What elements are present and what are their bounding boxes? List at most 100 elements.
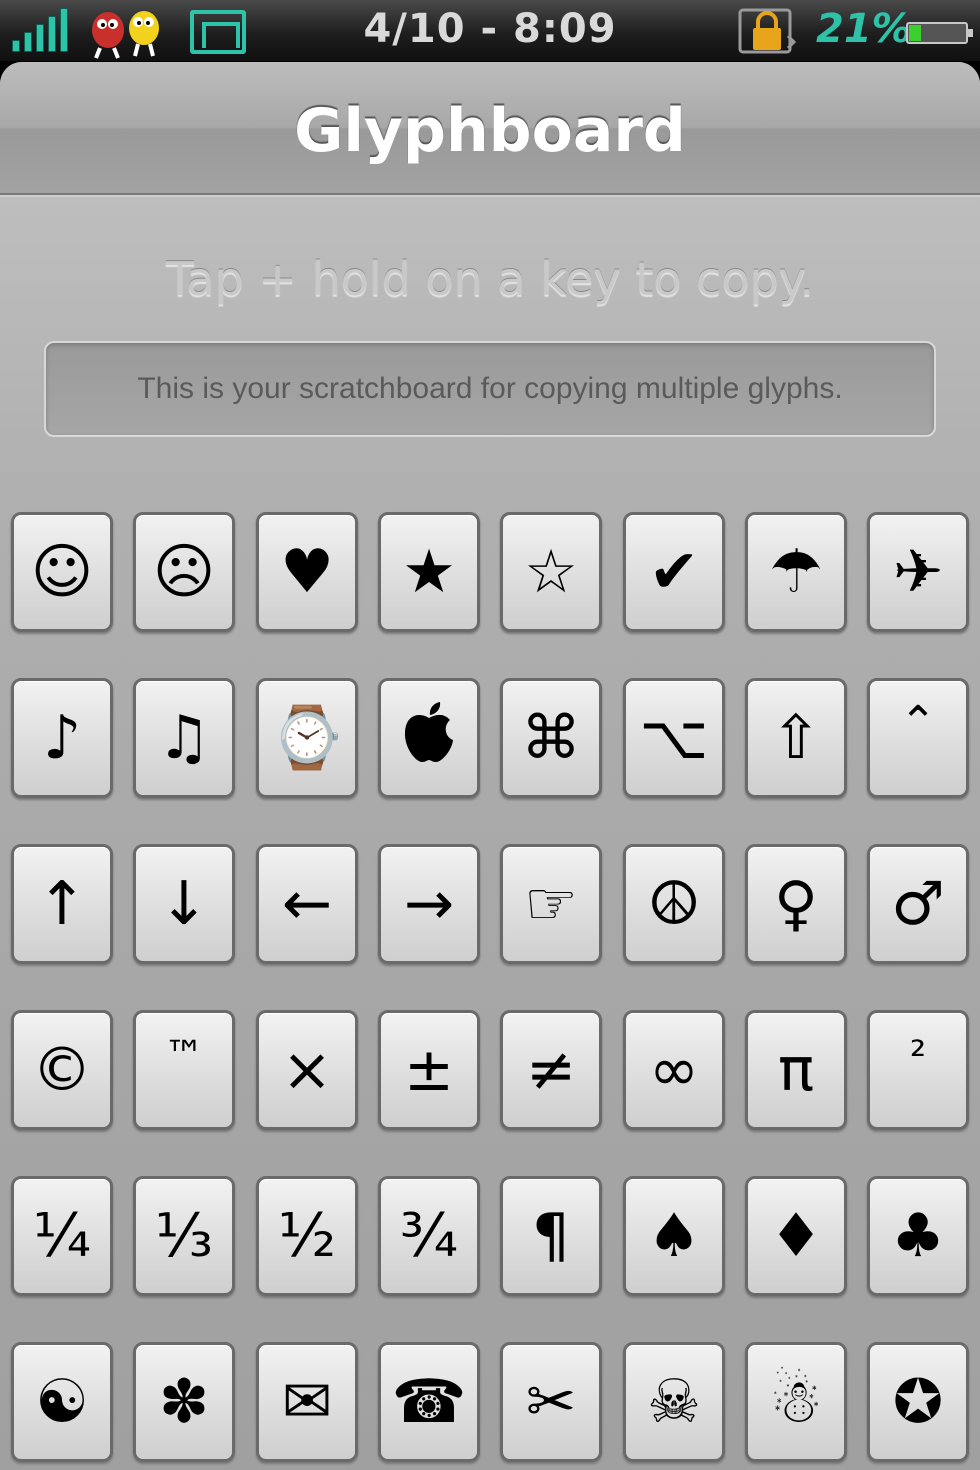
- key-circled-star[interactable]: ✪: [867, 1342, 969, 1462]
- eighth-note-glyph: ♪: [42, 703, 82, 773]
- infinity-glyph: ∞: [649, 1035, 699, 1105]
- key-white-star[interactable]: ☆: [500, 512, 602, 632]
- envelope-glyph: ✉: [281, 1367, 333, 1437]
- white-star-glyph: ☆: [524, 537, 578, 607]
- key-club[interactable]: ♣: [867, 1176, 969, 1296]
- scratchboard-input[interactable]: [44, 341, 936, 437]
- scissors-glyph: ✂: [525, 1367, 577, 1437]
- key-multiply[interactable]: ×: [256, 1010, 358, 1130]
- key-skull-crossbones[interactable]: ☠: [623, 1342, 725, 1462]
- key-pointing-hand[interactable]: ☞: [500, 844, 602, 964]
- key-down-arrow[interactable]: ↓: [133, 844, 235, 964]
- battery-percent: 21%: [816, 6, 912, 52]
- key-one-half[interactable]: ½: [256, 1176, 358, 1296]
- diamond-glyph: ♦: [769, 1201, 823, 1271]
- key-male-sign[interactable]: ♂: [867, 844, 969, 964]
- airplane-glyph: ✈: [892, 537, 944, 607]
- key-umbrella[interactable]: ☂: [745, 512, 847, 632]
- key-beamed-notes[interactable]: ♫: [133, 678, 235, 798]
- copy-hint: Tap + hold on a key to copy.: [165, 252, 815, 306]
- spade-glyph: ♠: [647, 1201, 701, 1271]
- down-arrow-glyph: ↓: [158, 869, 210, 939]
- pi-glyph: π: [777, 1035, 815, 1105]
- yin-yang-glyph: ☯: [35, 1367, 89, 1437]
- frown-face-glyph: ☹: [152, 537, 216, 607]
- glyph-key-grid: ☺ ☹ ♥ ★ ☆ ✔ ☂ ✈ ♪ ♫ ⌚ ⌘ ⌥ ⇧ ⌃ ↑ ↓ ← → ☞ ☮ ♀ ♂ © ™ × ± ≠ ∞ π ² ¼ ⅓ ½ ¾ ¶ ♠ ♦ ♣ ☯…: [0, 512, 980, 1470]
- key-envelope[interactable]: ✉: [256, 1342, 358, 1462]
- key-yin-yang[interactable]: ☯: [11, 1342, 113, 1462]
- three-quarters-glyph: ¾: [399, 1201, 459, 1271]
- key-airplane[interactable]: ✈: [867, 512, 969, 632]
- status-bar: 4/10 - 8:09 21%: [0, 0, 980, 62]
- key-spade[interactable]: ♠: [623, 1176, 725, 1296]
- key-infinity[interactable]: ∞: [623, 1010, 725, 1130]
- control-caret-glyph: ⌃: [899, 697, 937, 748]
- key-three-quarters[interactable]: ¾: [378, 1176, 480, 1296]
- key-up-arrow[interactable]: ↑: [11, 844, 113, 964]
- key-frown-face[interactable]: ☹: [133, 512, 235, 632]
- key-right-arrow[interactable]: →: [378, 844, 480, 964]
- key-pi[interactable]: π: [745, 1010, 847, 1130]
- copyright-glyph: ©: [32, 1035, 92, 1105]
- left-arrow-glyph: ←: [281, 869, 333, 939]
- key-plus-minus[interactable]: ±: [378, 1010, 480, 1130]
- snowman-glyph: ☃: [769, 1367, 823, 1437]
- key-watch[interactable]: ⌚: [256, 678, 358, 798]
- pointing-hand-glyph: ☞: [524, 869, 578, 939]
- shift-arrow-glyph: ⇧: [770, 703, 822, 773]
- key-apple-logo[interactable]: [378, 678, 480, 798]
- key-telephone[interactable]: ☎: [378, 1342, 480, 1462]
- one-third-glyph: ⅓: [154, 1201, 214, 1271]
- key-option[interactable]: ⌥: [623, 678, 725, 798]
- title-bar: Glyphboard: [0, 62, 980, 195]
- key-superscript-two[interactable]: ²: [867, 1010, 969, 1130]
- one-quarter-glyph: ¼: [32, 1201, 92, 1271]
- key-snowman[interactable]: ☃: [745, 1342, 847, 1462]
- one-half-glyph: ½: [277, 1201, 337, 1271]
- watch-glyph: ⌚: [269, 703, 345, 773]
- multiply-glyph: ×: [281, 1035, 333, 1105]
- battery-icon: [906, 22, 973, 44]
- key-shift-arrow[interactable]: ⇧: [745, 678, 847, 798]
- key-not-equal[interactable]: ≠: [500, 1010, 602, 1130]
- key-flower[interactable]: ✽: [133, 1342, 235, 1462]
- peace-sign-glyph: ☮: [647, 869, 701, 939]
- pilcrow-glyph: ¶: [531, 1201, 571, 1271]
- key-control-caret[interactable]: ⌃: [867, 678, 969, 798]
- smile-face-glyph: ☺: [30, 537, 94, 607]
- key-diamond[interactable]: ♦: [745, 1176, 847, 1296]
- key-female-sign[interactable]: ♀: [745, 844, 847, 964]
- key-heart[interactable]: ♥: [256, 512, 358, 632]
- beamed-notes-glyph: ♫: [157, 703, 211, 773]
- key-check-mark[interactable]: ✔: [623, 512, 725, 632]
- key-peace-sign[interactable]: ☮: [623, 844, 725, 964]
- key-one-third[interactable]: ⅓: [133, 1176, 235, 1296]
- key-pilcrow[interactable]: ¶: [500, 1176, 602, 1296]
- apple-logo-glyph: [400, 702, 458, 774]
- command-glyph: ⌘: [521, 703, 581, 773]
- key-scissors[interactable]: ✂: [500, 1342, 602, 1462]
- plus-minus-glyph: ±: [403, 1035, 455, 1105]
- key-command[interactable]: ⌘: [500, 678, 602, 798]
- app-title: Glyphboard: [294, 96, 686, 166]
- key-eighth-note[interactable]: ♪: [11, 678, 113, 798]
- skull-crossbones-glyph: ☠: [647, 1367, 701, 1437]
- key-smile-face[interactable]: ☺: [11, 512, 113, 632]
- female-sign-glyph: ♀: [774, 869, 818, 939]
- male-sign-glyph: ♂: [891, 869, 945, 939]
- up-arrow-glyph: ↑: [36, 869, 88, 939]
- glyphboard-panel: Glyphboard Tap + hold on a key to copy. …: [0, 62, 980, 1470]
- key-trademark[interactable]: ™: [133, 1010, 235, 1130]
- key-black-star[interactable]: ★: [378, 512, 480, 632]
- right-arrow-glyph: →: [403, 869, 455, 939]
- umbrella-glyph: ☂: [769, 537, 823, 607]
- trademark-glyph: ™: [164, 1033, 204, 1079]
- telephone-glyph: ☎: [391, 1367, 467, 1437]
- club-glyph: ♣: [891, 1201, 945, 1271]
- key-copyright[interactable]: ©: [11, 1010, 113, 1130]
- not-equal-glyph: ≠: [525, 1035, 577, 1105]
- battery-level-fill: [909, 25, 921, 41]
- circled-star-glyph: ✪: [892, 1367, 944, 1437]
- key-left-arrow[interactable]: ←: [256, 844, 358, 964]
- key-one-quarter[interactable]: ¼: [11, 1176, 113, 1296]
